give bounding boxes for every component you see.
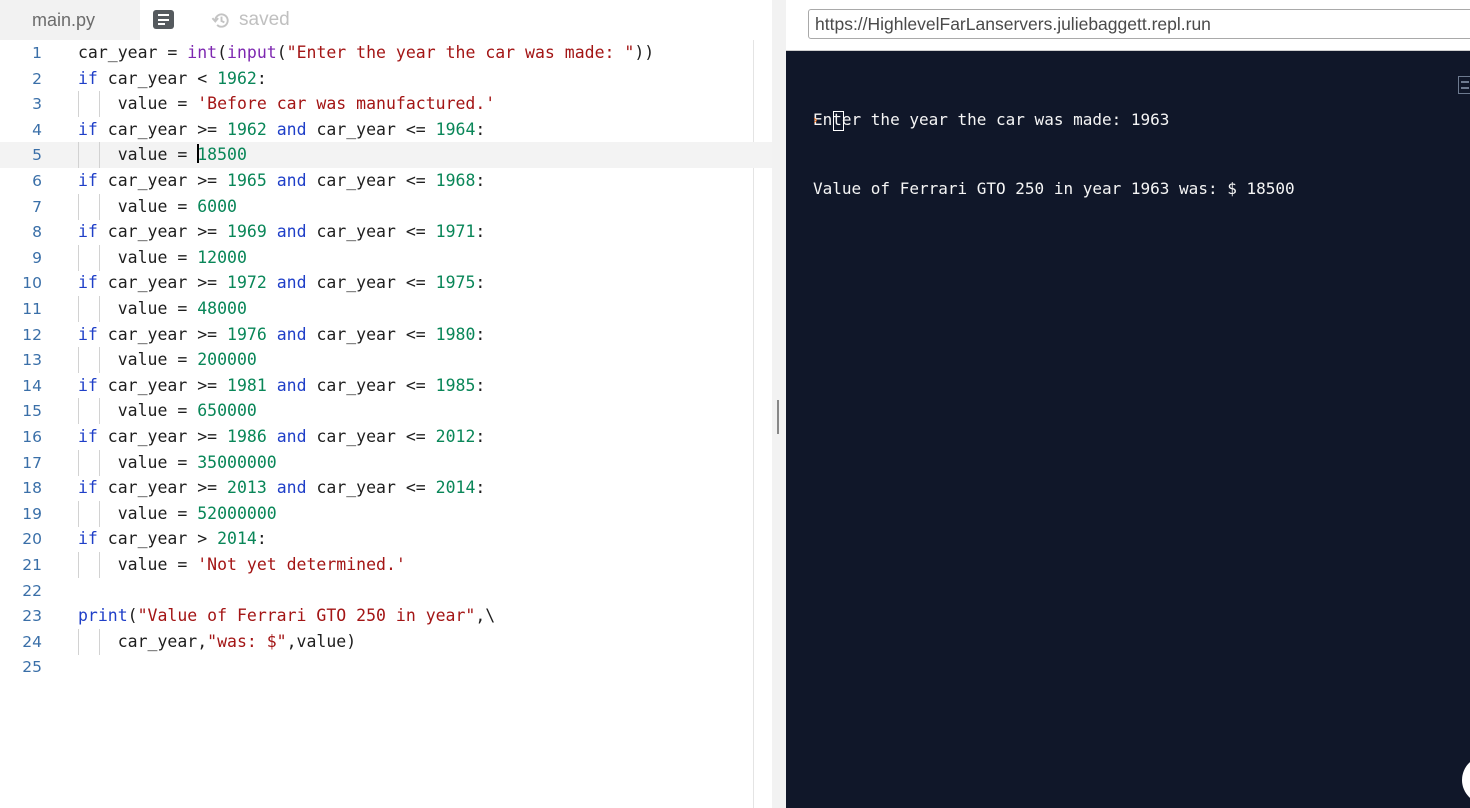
line-number: 18 (22, 479, 42, 498)
notes-icon[interactable] (153, 10, 174, 29)
line-number: 3 (32, 95, 42, 114)
code-line[interactable]: 24 car_year,"was: $",value) (0, 628, 772, 655)
console-pane: https://HighlevelFarLanservers.juliebagg… (786, 0, 1470, 808)
list-icon[interactable] (1458, 76, 1470, 94)
code-text: if car_year >= 1972 and car_year <= 1975… (78, 273, 486, 293)
code-line[interactable]: 1 car_year = int(input("Enter the year th… (0, 40, 772, 66)
code-line[interactable]: 5 value = 18500 (0, 142, 772, 169)
line-number: 4 (32, 120, 42, 139)
code-line[interactable]: 23 print("Value of Ferrari GTO 250 in yea… (0, 603, 772, 629)
code-line[interactable]: 10 if car_year >= 1972 and car_year <= 19… (0, 270, 772, 296)
console-cursor (833, 111, 844, 131)
saved-label: saved (239, 9, 290, 30)
code-line[interactable]: 17 value = 35000000 (0, 449, 772, 476)
line-number: 2 (32, 69, 42, 88)
code-text: print("Value of Ferrari GTO 250 in year"… (78, 606, 496, 626)
line-number: 22 (22, 581, 42, 600)
code-line[interactable]: 19 value = 52000000 (0, 500, 772, 527)
line-number: 6 (32, 172, 42, 190)
line-number: 13 (22, 351, 42, 370)
code-line[interactable]: 8 if car_year >= 1969 and car_year <= 197… (0, 219, 772, 245)
line-number: 15 (22, 402, 42, 421)
code-line[interactable]: 15 value = 650000 (0, 398, 772, 425)
code-text: if car_year >= 1965 and car_year <= 1968… (78, 171, 486, 190)
line-number: 11 (22, 300, 42, 318)
code-text: value = 18500 (78, 144, 247, 165)
code-line[interactable]: 14 if car_year >= 1981 and car_year <= 19… (0, 373, 772, 399)
console-output: Enter the year the car was made: 1963 Va… (813, 62, 1295, 246)
line-number: 24 (22, 632, 42, 651)
code-line[interactable]: 12 if car_year >= 1976 and car_year <= 19… (0, 322, 772, 348)
code-line[interactable]: 22 (0, 578, 772, 604)
code-text: car_year = int(input("Enter the year the… (78, 43, 655, 62)
line-number: 9 (32, 248, 42, 267)
line-number: 8 (32, 223, 42, 242)
code-text: value = 'Before car was manufactured.' (78, 94, 496, 114)
line-number: 10 (22, 274, 42, 293)
code-text: value = 12000 (78, 247, 247, 267)
code-line[interactable]: 7 value = 6000 (0, 193, 772, 220)
code-text: if car_year >= 2013 and car_year <= 2014… (78, 478, 486, 498)
console-output-line: Value of Ferrari GTO 250 in year 1963 wa… (813, 179, 1295, 198)
code-text: if car_year >= 1976 and car_year <= 1980… (78, 324, 486, 344)
code-text: value = 35000000 (78, 452, 277, 472)
help-button[interactable] (1462, 756, 1470, 804)
code-text: if car_year > 2014: (78, 529, 267, 549)
line-number: 17 (22, 453, 42, 472)
line-number: 25 (22, 658, 42, 677)
code-text: if car_year >= 1962 and car_year <= 1964… (78, 119, 486, 139)
code-text: value = 'Not yet determined.' (78, 555, 406, 574)
code-line[interactable]: 20 if car_year > 2014: (0, 526, 772, 552)
code-editor[interactable]: 1 car_year = int(input("Enter the year th… (0, 40, 772, 808)
url-bar: https://HighlevelFarLanservers.juliebagg… (786, 0, 1470, 51)
console-output-line: Enter the year the car was made: 1963 (813, 110, 1170, 129)
code-line[interactable]: 11 value = 48000 (0, 296, 772, 322)
code-line[interactable]: 9 value = 12000 (0, 244, 772, 271)
line-number: 14 (22, 376, 42, 395)
code-text: value = 48000 (78, 299, 247, 318)
code-line[interactable]: 2 if car_year < 1962: (0, 66, 772, 92)
code-line[interactable]: 25 (0, 654, 772, 680)
file-tab-label: main.py (32, 10, 96, 30)
code-text: value = 6000 (78, 196, 237, 216)
editor-pane: main.py saved 1 car_year = int(input("Ent… (0, 0, 772, 808)
code-line[interactable]: 21 value = 'Not yet determined.' (0, 552, 772, 578)
line-number: 21 (22, 556, 42, 574)
history-icon (211, 13, 229, 28)
line-number: 20 (22, 530, 42, 549)
line-number: 23 (22, 607, 42, 626)
line-number: 19 (22, 504, 42, 523)
code-line[interactable]: 16 if car_year >= 1986 and car_year <= 20… (0, 424, 772, 450)
resize-grip-icon (777, 400, 779, 434)
editor-tab-bar: main.py saved (0, 0, 772, 41)
code-line[interactable]: 18 if car_year >= 2013 and car_year <= 20… (0, 475, 772, 501)
pane-resize-handle[interactable] (772, 0, 786, 808)
code-text: car_year,"was: $",value) (78, 631, 357, 651)
code-text: if car_year >= 1981 and car_year <= 1985… (78, 375, 486, 395)
line-number: 1 (32, 44, 42, 62)
code-line[interactable]: 13 value = 200000 (0, 347, 772, 374)
code-text: if car_year >= 1969 and car_year <= 1971… (78, 222, 486, 242)
prompt-arrow-icon: › (813, 113, 818, 127)
code-text: value = 52000000 (78, 503, 277, 523)
line-number: 5 (32, 146, 42, 165)
code-text: value = 650000 (78, 401, 257, 421)
code-line[interactable]: 4 if car_year >= 1962 and car_year <= 196… (0, 117, 772, 143)
line-number: 7 (32, 197, 42, 216)
code-text: if car_year >= 1986 and car_year <= 2012… (78, 427, 486, 446)
line-number: 12 (22, 325, 42, 344)
code-line[interactable]: 6 if car_year >= 1965 and car_year <= 196… (0, 168, 772, 194)
code-text: value = 200000 (78, 350, 257, 370)
line-number: 16 (22, 428, 42, 446)
code-line[interactable]: 3 value = 'Before car was manufactured.' (0, 91, 772, 118)
file-tab-main-py[interactable]: main.py (0, 0, 140, 40)
url-input[interactable]: https://HighlevelFarLanservers.juliebagg… (808, 9, 1470, 39)
code-text: if car_year < 1962: (78, 68, 267, 88)
